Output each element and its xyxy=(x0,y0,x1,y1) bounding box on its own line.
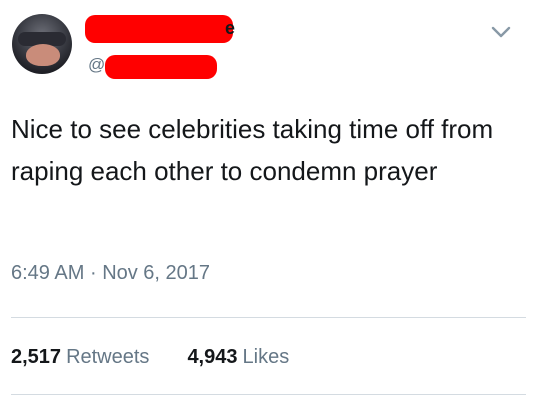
avatar-face xyxy=(26,44,60,66)
likes-count: 4,943 xyxy=(187,346,238,368)
redacted-name xyxy=(85,15,233,43)
likes-stat[interactable]: 4,943 Likes xyxy=(187,346,289,369)
divider-top xyxy=(11,317,526,318)
engagement-stats: 2,517 Retweets 4,943 Likes xyxy=(11,346,289,369)
display-name-visible[interactable]: e xyxy=(225,18,235,39)
username-handle-prefix[interactable]: @ xyxy=(88,55,105,75)
tweet-timestamp[interactable]: 6:49 AM · Nov 6, 2017 xyxy=(11,262,210,285)
retweets-stat[interactable]: 2,517 Retweets xyxy=(11,346,149,369)
divider-bottom xyxy=(11,394,526,395)
tweet-date: Nov 6, 2017 xyxy=(102,262,211,284)
retweets-count: 2,517 xyxy=(11,346,62,368)
likes-label: Likes xyxy=(242,346,290,368)
tweet-time: 6:49 AM xyxy=(11,262,85,284)
avatar[interactable] xyxy=(12,14,72,74)
chevron-down-icon[interactable] xyxy=(490,24,512,40)
tweet-text: Nice to see celebrities taking time off … xyxy=(11,114,494,186)
redacted-handle xyxy=(105,55,217,79)
retweets-label: Retweets xyxy=(66,346,150,368)
time-date-separator: · xyxy=(89,262,97,284)
